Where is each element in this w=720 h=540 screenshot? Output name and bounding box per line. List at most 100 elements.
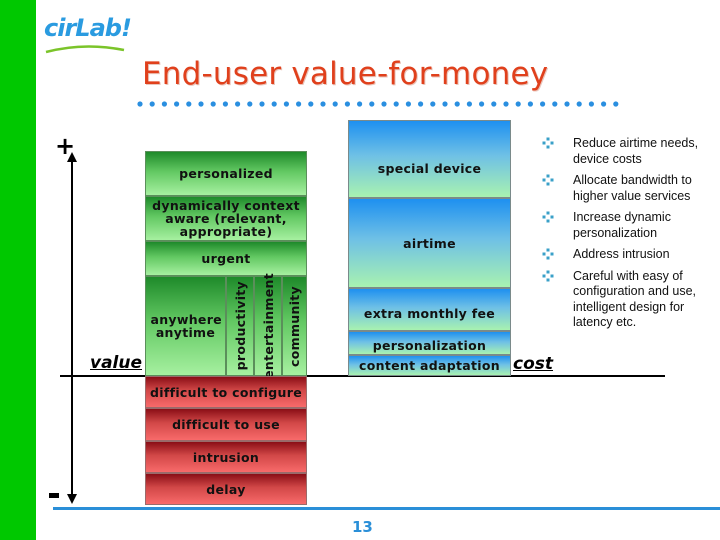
bullet-text: Reduce airtime needs, device costs [573, 136, 699, 166]
negative-block-delay: delay [145, 473, 307, 505]
divider-dot [332, 101, 338, 107]
divider-dot [552, 101, 558, 107]
value-block-personalized: personalized [145, 151, 307, 196]
list-item: Careful with easy of configuration and u… [542, 269, 720, 331]
minus-sign [49, 493, 59, 498]
bullet-text: Careful with easy of configuration and u… [573, 268, 697, 330]
divider-dot [393, 101, 399, 107]
footer-rule [53, 507, 720, 510]
block-label: special device [377, 160, 482, 176]
cost-block-special-device: special device [348, 120, 511, 198]
bullet-text: Address intrusion [573, 247, 670, 261]
diamond-bullet-icon [542, 248, 554, 260]
cost-block-content-adaptation: content adaptation [348, 355, 511, 376]
negative-block-intrusion: intrusion [145, 441, 307, 473]
divider-dot [271, 101, 277, 107]
divider-dot [454, 101, 460, 107]
divider-dot [198, 101, 204, 107]
value-block-context-aware: dynamically context aware (relevant, app… [145, 196, 307, 241]
value-block-entertainment: entertainment [254, 273, 282, 379]
arrow-down-icon [67, 494, 77, 504]
block-label: personalization [372, 337, 487, 353]
block-label: urgent [201, 251, 251, 266]
list-item: Reduce airtime needs, device costs [542, 136, 720, 167]
list-item: Address intrusion [542, 247, 720, 263]
divider-dot [564, 101, 570, 107]
divider-dot [588, 101, 594, 107]
value-block-community: community [282, 276, 307, 376]
divider-dot [613, 101, 619, 107]
value-block-productivity: productivity [226, 276, 254, 376]
list-item: Increase dynamic personalization [542, 210, 720, 241]
cost-block-personalization: personalization [348, 331, 511, 355]
diamond-bullet-icon [542, 174, 554, 186]
divider-dot [430, 101, 436, 107]
divider-dot [210, 101, 216, 107]
block-label: difficult to use [172, 417, 280, 432]
vertical-axis [71, 160, 73, 496]
divider-dot [174, 101, 180, 107]
bullet-text: Increase dynamic personalization [573, 210, 671, 240]
divider-dot [418, 101, 424, 107]
divider-dot [222, 101, 228, 107]
divider-dot [320, 101, 326, 107]
divider-dot [576, 101, 582, 107]
slide-title: End-user value-for-money [142, 56, 549, 92]
block-label: dynamically context aware (relevant, app… [152, 198, 300, 239]
list-item: Allocate bandwidth to higher value servi… [542, 173, 720, 204]
divider-dot [344, 101, 350, 107]
block-label: difficult to configure [150, 384, 302, 400]
cost-block-airtime: airtime [348, 198, 511, 288]
bullet-text: Allocate bandwidth to higher value servi… [573, 173, 692, 203]
block-label: airtime [403, 235, 456, 251]
block-label: extra monthly fee [363, 306, 496, 321]
divider-dot [296, 101, 302, 107]
divider-dot [540, 101, 546, 107]
sidebar-stripe [0, 0, 36, 540]
value-block-urgent: urgent [145, 241, 307, 276]
cost-label: cost [513, 354, 554, 374]
block-label: delay [206, 481, 246, 497]
divider-dot [527, 101, 533, 107]
value-block-anywhere-anytime: anywhere anytime [145, 276, 226, 376]
block-label: entertainment [260, 273, 276, 379]
block-label: productivity [232, 281, 248, 371]
recommendation-list: Reduce airtime needs, device costs Alloc… [542, 136, 720, 337]
block-label: community [287, 285, 302, 367]
cirlab-logo: cirLab! [44, 14, 132, 54]
block-label: personalized [179, 166, 273, 181]
divider-dot [149, 101, 155, 107]
block-label: content adaptation [359, 358, 500, 373]
block-label: intrusion [192, 449, 260, 465]
divider-dot [381, 101, 387, 107]
negative-block-difficult-configure: difficult to configure [145, 376, 307, 408]
divider-dot [442, 101, 448, 107]
diamond-bullet-icon [542, 211, 554, 223]
page-number: 13 [352, 518, 373, 536]
diamond-bullet-icon [542, 270, 554, 281]
divider-dot [259, 101, 265, 107]
divider-dot [161, 101, 167, 107]
divider-dot [235, 101, 241, 107]
divider-dot [357, 101, 363, 107]
divider-dot [601, 101, 607, 107]
divider-dot [247, 101, 253, 107]
logo-swoosh-icon [45, 45, 125, 54]
negative-block-difficult-use: difficult to use [145, 408, 307, 441]
divider-dot [283, 101, 289, 107]
block-label: anywhere anytime [150, 312, 222, 340]
divider-dot [186, 101, 192, 107]
logo-text: cirLab! [44, 14, 132, 42]
divider-dot [137, 101, 143, 107]
divider-dot [369, 101, 375, 107]
value-label: value [90, 353, 143, 373]
diamond-bullet-icon [542, 137, 554, 149]
divider-dot [491, 101, 497, 107]
cost-block-extra-monthly-fee: extra monthly fee [348, 288, 511, 331]
divider-dot [515, 101, 521, 107]
divider-dot [466, 101, 472, 107]
divider-dot [503, 101, 509, 107]
divider-dot [308, 101, 314, 107]
divider-dot [479, 101, 485, 107]
divider-dot [405, 101, 411, 107]
